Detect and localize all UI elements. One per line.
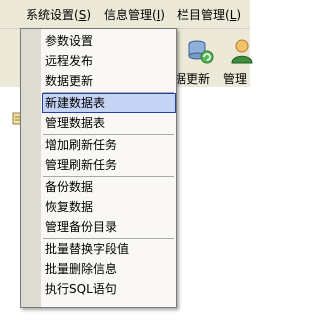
- toolbar-data-update-label[interactable]: 据更新: [174, 70, 210, 87]
- menu-item-remote-publish[interactable]: 远程发布: [43, 51, 174, 71]
- menu-item-backup[interactable]: 备份数据: [43, 177, 174, 197]
- menu-item-new-table[interactable]: 新建数据表: [42, 93, 176, 113]
- toolbar-admin-label[interactable]: 管理: [223, 70, 247, 87]
- menu-bar: 系统设置(S) 信息管理(I) 栏目管理(L): [0, 0, 250, 29]
- database-refresh-icon[interactable]: [186, 37, 214, 65]
- user-admin-icon[interactable]: [230, 37, 256, 65]
- menu-item-backup-dir[interactable]: 管理备份目录: [43, 217, 174, 237]
- menu-item-manage-tables[interactable]: 管理数据表: [43, 113, 174, 133]
- menu-icon-gutter: [21, 29, 41, 307]
- menu-info-management[interactable]: 信息管理(I): [104, 7, 165, 23]
- menu-item-manage-refresh-task[interactable]: 管理刷新任务: [43, 155, 174, 175]
- menu-item-batch-delete[interactable]: 批量删除信息: [43, 259, 174, 279]
- menu-item-exec-sql[interactable]: 执行SQL语句: [43, 279, 174, 299]
- menu-system-settings[interactable]: 系统设置(S): [26, 7, 91, 23]
- system-settings-dropdown: 参数设置 远程发布 数据更新 新建数据表 管理数据表 增加刷新任务 管理刷新任务…: [20, 28, 177, 308]
- menu-item-batch-replace[interactable]: 批量替换字段值: [43, 239, 174, 259]
- menu-column-management[interactable]: 栏目管理(L): [177, 7, 241, 23]
- menu-item-data-update[interactable]: 数据更新: [43, 71, 174, 91]
- menu-item-restore[interactable]: 恢复数据: [43, 197, 174, 217]
- menu-item-params[interactable]: 参数设置: [43, 31, 174, 51]
- menu-item-add-refresh-task[interactable]: 增加刷新任务: [43, 135, 174, 155]
